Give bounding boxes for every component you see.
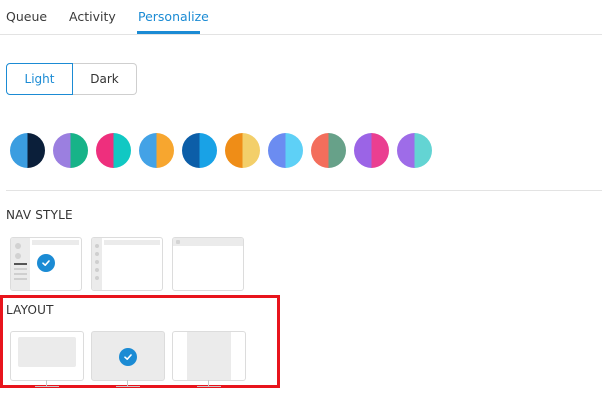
color-theme-swatches: [10, 133, 440, 168]
tab-queue[interactable]: Queue: [6, 9, 47, 24]
selected-check-icon: [119, 348, 137, 366]
monitor-base: [35, 386, 59, 387]
nav-style-heading: NAV STYLE: [6, 208, 73, 222]
light-mode-button[interactable]: Light: [6, 63, 73, 95]
avatar-preview: [15, 253, 21, 259]
color-swatch-purple-magenta[interactable]: [354, 133, 389, 168]
color-swatch-blue-navy[interactable]: [10, 133, 45, 168]
tab-personalize[interactable]: Personalize: [138, 9, 209, 24]
header-bar-preview: [32, 240, 79, 245]
logo-preview: [176, 240, 180, 244]
nav-style-sidebar-icons-option[interactable]: [91, 237, 163, 291]
layout-heading: LAYOUT: [6, 303, 54, 317]
rail-icon-preview: [95, 260, 99, 264]
color-swatch-purple-green[interactable]: [53, 133, 88, 168]
layout-full-width-option[interactable]: [91, 331, 165, 381]
nav-style-no-sidebar-option[interactable]: [172, 237, 244, 291]
menu-line-preview: [14, 278, 27, 280]
layout-centered-column-option[interactable]: [172, 331, 246, 381]
color-swatch-orange-yellow[interactable]: [225, 133, 260, 168]
avatar-preview: [15, 243, 21, 249]
layout-contained-option[interactable]: [10, 331, 84, 381]
header-bar-preview: [104, 240, 160, 245]
nav-style-sidebar-expanded-option[interactable]: [10, 237, 82, 291]
menu-line-preview: [14, 263, 27, 265]
monitor-base: [116, 386, 140, 387]
selected-check-icon: [37, 254, 55, 272]
color-swatch-pink-teal[interactable]: [96, 133, 131, 168]
color-swatch-navy-blue[interactable]: [182, 133, 217, 168]
menu-line-preview: [14, 273, 27, 275]
color-swatch-periwinkle-sky[interactable]: [268, 133, 303, 168]
divider: [6, 190, 602, 191]
rail-icon-preview: [95, 252, 99, 256]
theme-mode-toggle: Light Dark: [6, 63, 137, 95]
content-column-preview: [187, 332, 231, 380]
header-bar-preview: [173, 238, 243, 246]
tab-activity[interactable]: Activity: [69, 9, 116, 24]
rail-icon-preview: [95, 268, 99, 272]
menu-line-preview: [14, 268, 27, 270]
rail-icon-preview: [95, 276, 99, 280]
color-swatch-blue-orange[interactable]: [139, 133, 174, 168]
tab-bar: Queue Activity Personalize: [0, 0, 602, 35]
rail-icon-preview: [95, 244, 99, 248]
dark-mode-button[interactable]: Dark: [73, 63, 137, 95]
active-tab-indicator: [137, 31, 200, 34]
content-area-preview: [18, 337, 76, 367]
monitor-base: [197, 386, 221, 387]
color-swatch-violet-cyan[interactable]: [397, 133, 432, 168]
color-swatch-coral-sage[interactable]: [311, 133, 346, 168]
